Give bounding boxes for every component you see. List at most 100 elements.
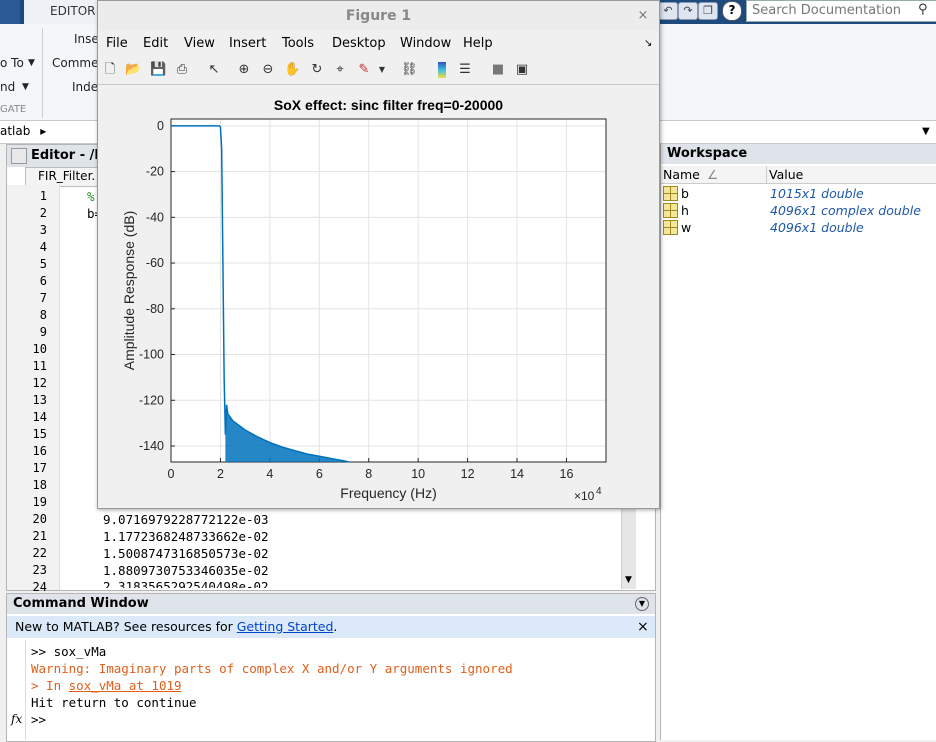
figure-toolbar: 🗋 📂 💾 ⎙ ↖ ⊕ ⊖ ✋ ↻ ⌖ ✎ ▼ ⛓ ☰ ■ ▣ (98, 56, 659, 85)
ribbon-indent[interactable]: Inde (72, 80, 98, 94)
menu-file[interactable]: File (106, 33, 128, 55)
var-value[interactable]: 4096x1 double (770, 219, 864, 236)
folder-path[interactable]: atlab (0, 124, 30, 138)
line-number: 3 (39, 223, 47, 237)
code-value-line[interactable]: 1.1772368248733662e-02 (103, 529, 269, 544)
redo-icon[interactable]: ↷ (678, 2, 698, 20)
y-tick-label: -40 (146, 210, 164, 224)
switch-windows-icon[interactable]: ❐ (698, 2, 718, 20)
workspace-row[interactable]: w 4096x1 double (661, 219, 936, 236)
data-cursor-icon[interactable]: ⌖ (332, 62, 348, 78)
figure-window[interactable]: Figure 1 × File Edit View Insert Tools D… (97, 0, 660, 509)
dropdown-icon[interactable]: ▼ (28, 58, 35, 68)
line-number: 10 (32, 342, 47, 356)
workspace-panel: Workspace Name ∠ Value b 1015x1 double h… (660, 144, 936, 740)
menu-insert[interactable]: Insert (229, 33, 266, 55)
workspace-row[interactable]: h 4096x1 complex double (661, 202, 936, 219)
sort-icon[interactable]: ∠ (707, 166, 718, 183)
editor-scrollbar[interactable]: ▼ (621, 505, 636, 589)
x-tick-label: 4 (266, 467, 273, 481)
ribbon-comment[interactable]: Comme (52, 56, 98, 70)
matlab-logo[interactable] (0, 0, 20, 24)
column-divider[interactable] (766, 166, 767, 183)
y-tick-label: -140 (139, 439, 164, 453)
hide-plot-tools-icon[interactable]: ■ (490, 62, 506, 78)
scroll-down-icon[interactable]: ▼ (625, 575, 632, 585)
line-number: 18 (32, 478, 47, 492)
banner-period: . (333, 619, 338, 634)
y-tick-label: -120 (139, 393, 164, 407)
getting-started-banner: New to MATLAB? See resources for Getting… (7, 616, 655, 638)
plot-area: 0 2 4 6 8 10 12 14 16 0 -20 -40 -60 -80 -100 -120 -140 So… (98, 85, 659, 508)
function-browser-icon[interactable]: fx (11, 712, 22, 726)
code-comment[interactable]: % (87, 189, 95, 204)
x-tick-label: 14 (510, 467, 524, 481)
colorbar-icon[interactable] (438, 62, 446, 78)
brush-icon[interactable]: ✎ (356, 62, 372, 78)
line-number: 15 (32, 427, 47, 441)
close-banner-icon[interactable]: × (637, 616, 649, 638)
amplitude-response-chart[interactable]: 0 2 4 6 8 10 12 14 16 0 -20 -40 -60 -80 -100 -120 -140 So… (98, 85, 659, 508)
menu-view[interactable]: View (184, 33, 215, 55)
dropdown-icon[interactable]: ▼ (22, 82, 29, 92)
chart-title: SoX effect: sinc filter freq=0-20000 (274, 97, 503, 113)
line-number: 1 (39, 189, 47, 203)
open-file-icon[interactable]: 📂 (125, 62, 141, 78)
y-tick-label: -100 (139, 348, 164, 362)
var-name[interactable]: h (681, 202, 689, 219)
var-name[interactable]: b (681, 185, 689, 202)
code-value-line[interactable]: 1.8809730753346035e-02 (103, 563, 269, 578)
save-icon[interactable]: 💾 (150, 62, 166, 78)
panel-menu-icon[interactable]: ▼ (635, 597, 649, 611)
var-name[interactable]: w (681, 219, 691, 236)
banner-text: New to MATLAB? See resources for (15, 619, 237, 634)
command-prompt[interactable]: >> (31, 712, 46, 727)
code-value-line[interactable]: 1.5008747316850573e-02 (103, 546, 269, 561)
rotate-icon[interactable]: ↻ (309, 62, 325, 78)
legend-icon[interactable]: ☰ (457, 62, 473, 78)
code-value-line[interactable]: 9.0716979228772122e-03 (103, 512, 269, 527)
workspace-row[interactable]: b 1015x1 double (661, 185, 936, 202)
menu-help[interactable]: Help (463, 33, 493, 55)
line-number: 5 (39, 257, 47, 271)
ribbon-goto[interactable]: o To (0, 56, 24, 70)
search-documentation-input[interactable]: Search Documentation (746, 0, 936, 22)
column-value-header[interactable]: Value (769, 166, 803, 183)
close-icon[interactable]: × (636, 9, 650, 23)
ribbon-find[interactable]: nd (0, 80, 15, 94)
x-multiplier-exponent: 4 (596, 486, 602, 497)
warning-message: Warning: Imaginary parts of complex X an… (31, 661, 513, 676)
brush-dropdown-icon[interactable]: ▼ (374, 62, 390, 78)
menu-tools[interactable]: Tools (282, 33, 314, 55)
var-value[interactable]: 1015x1 double (770, 185, 864, 202)
new-figure-icon[interactable]: 🗋 (102, 62, 118, 78)
search-icon[interactable]: ⚲ (918, 2, 928, 17)
pointer-icon[interactable]: ↖ (206, 62, 222, 78)
getting-started-link[interactable]: Getting Started (237, 619, 334, 634)
undo-icon[interactable]: ↶ (658, 2, 678, 20)
ribbon-insert[interactable]: Inse (74, 32, 99, 46)
address-dropdown-icon[interactable]: ▼ (922, 121, 930, 142)
show-plot-tools-icon[interactable]: ▣ (514, 62, 530, 78)
figure-title[interactable]: Figure 1 (98, 1, 659, 31)
column-name-header[interactable]: Name (663, 166, 700, 183)
y-axis-label: Amplitude Response (dB) (121, 211, 137, 371)
dock-icon[interactable]: ↘ (644, 33, 652, 55)
code-value-line[interactable]: 2.3183565292540498e-02 (103, 579, 269, 588)
menu-edit[interactable]: Edit (143, 33, 168, 55)
menu-window[interactable]: Window (400, 33, 451, 55)
tab-editor[interactable]: EDITOR (24, 0, 100, 24)
line-number-gutter: 1 2 3 4 5 6 7 8 9 10 11 12 13 14 15 16 1… (7, 185, 60, 594)
print-icon[interactable]: ⎙ (174, 62, 190, 78)
path-arrow-icon[interactable]: ▸ (40, 124, 46, 138)
menu-desktop[interactable]: Desktop (332, 33, 386, 55)
link-plot-icon[interactable]: ⛓ (401, 62, 418, 78)
zoom-out-icon[interactable]: ⊖ (260, 62, 276, 78)
error-source-link[interactable]: sox_vMa at 1019 (69, 678, 182, 693)
pan-icon[interactable]: ✋ (284, 62, 300, 78)
zoom-in-icon[interactable]: ⊕ (236, 62, 252, 78)
editor-title: Editor - /h (31, 148, 104, 163)
var-value[interactable]: 4096x1 complex double (770, 202, 921, 219)
prompt-divider (25, 640, 26, 740)
help-icon[interactable]: ? (722, 1, 742, 21)
